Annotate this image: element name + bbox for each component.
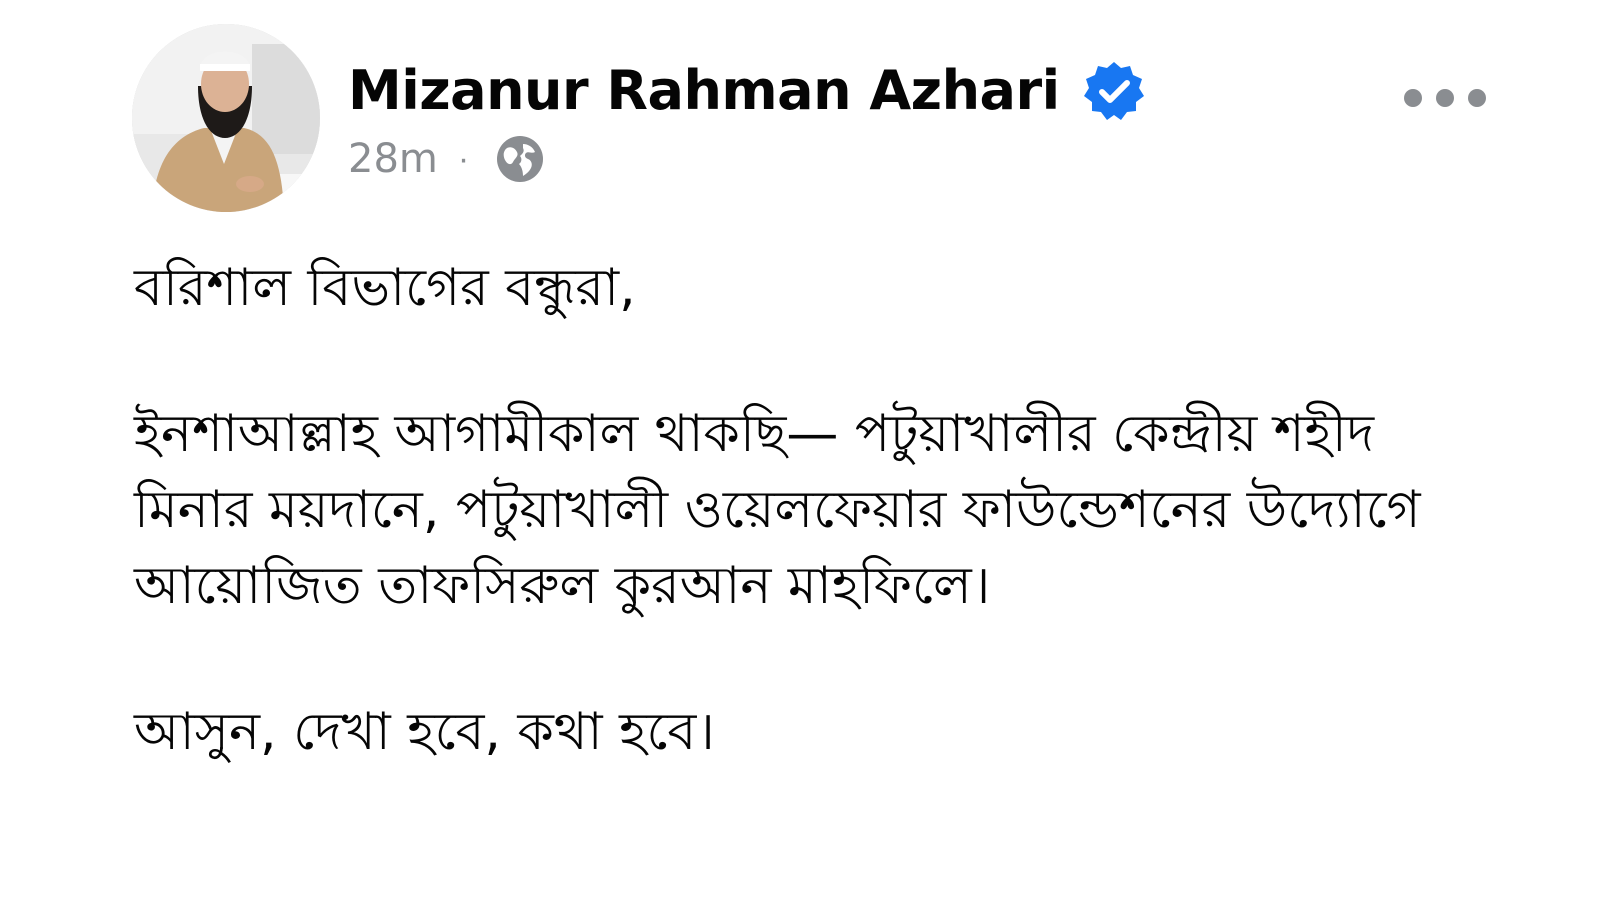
more-horizontal-icon [1468, 89, 1486, 107]
author-name[interactable]: Mizanur Rahman Azhari [348, 56, 1060, 126]
post-header: Mizanur Rahman Azhari 28m · [132, 24, 1492, 219]
post-closing: আসুন, দেখা হবে, কথা হবে। [134, 702, 715, 762]
author-avatar[interactable] [132, 24, 320, 212]
more-horizontal-icon [1436, 89, 1454, 107]
meta-separator: · [457, 140, 470, 178]
author-name-row: Mizanur Rahman Azhari [348, 56, 1146, 126]
globe-icon[interactable] [495, 134, 545, 184]
post-greeting: বরিশাল বিভাগের বন্ধুরা, [134, 258, 636, 318]
post-timestamp[interactable]: 28m [348, 132, 438, 186]
post-body-text: ইনশাআল্লাহ আগামীকাল থাকছি— পটুয়াখালীর ক… [134, 404, 1421, 616]
avatar-image [132, 24, 320, 212]
verified-badge-icon [1083, 62, 1144, 120]
post-content: বরিশাল বিভাগের বন্ধুরা, ইনশাআল্লাহ আগামী… [134, 250, 1454, 770]
more-options-button[interactable] [1404, 80, 1486, 116]
more-horizontal-icon [1404, 89, 1422, 107]
post-meta: 28m · [348, 132, 545, 186]
facebook-post: Mizanur Rahman Azhari 28m · বরিশাল বিভাগ… [0, 0, 1600, 899]
